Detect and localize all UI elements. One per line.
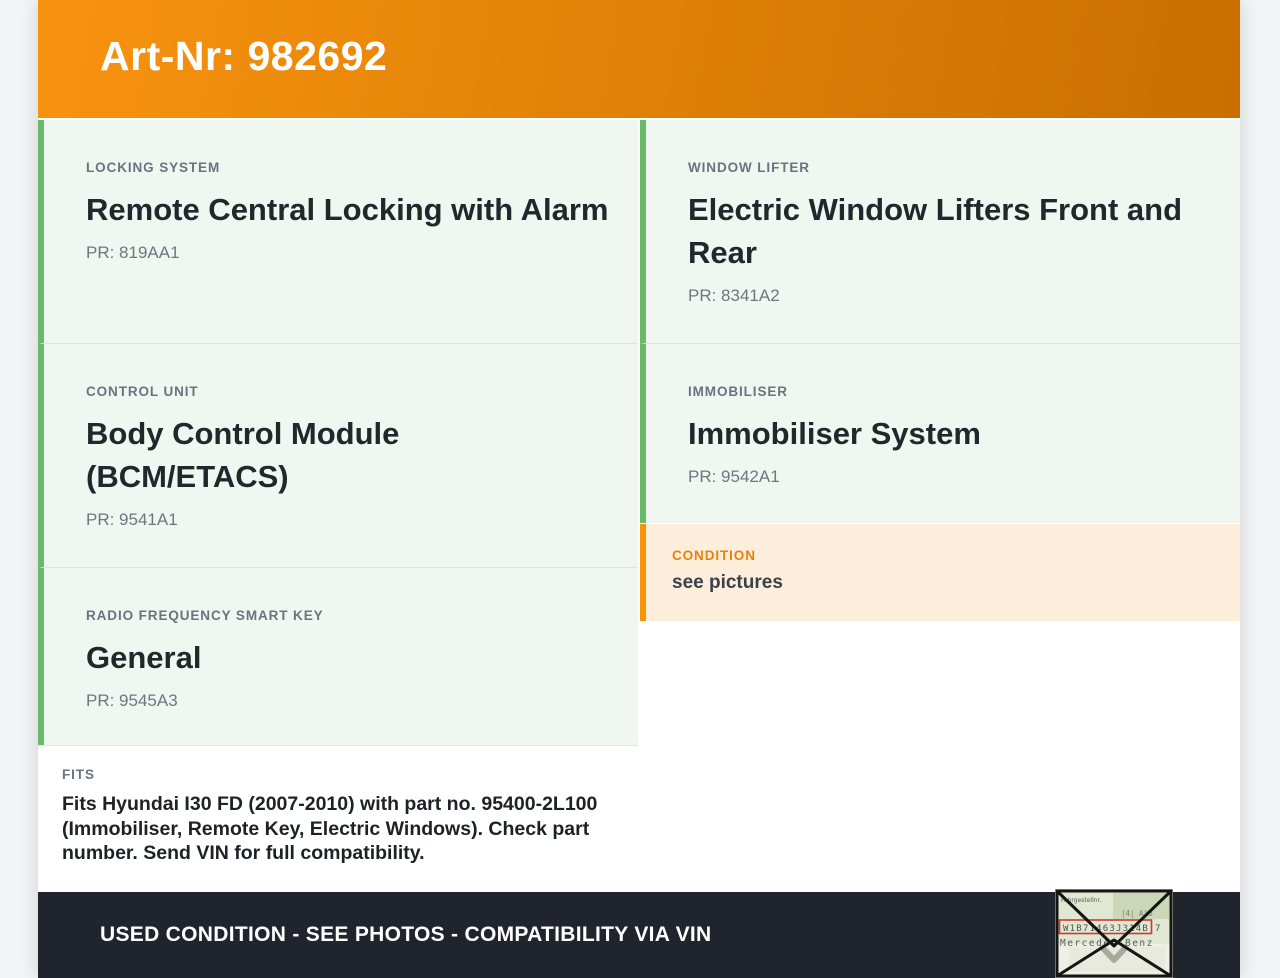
card-category-label: RADIO FREQUENCY SMART KEY [86,608,324,623]
grid-column-right: WINDOW LIFTER Electric Window Lifters Fr… [640,120,1240,888]
grid-column-left: LOCKING SYSTEM Remote Central Locking wi… [38,120,638,888]
card-title: Remote Central Locking with Alarm [86,192,609,227]
card-control-unit: CONTROL UNIT Body Control Module (BCM/ET… [38,343,638,567]
card-pr-code: PR: 9545A3 [86,691,178,710]
card-locking-system: LOCKING SYSTEM Remote Central Locking wi… [38,120,638,343]
card-category-label: LOCKING SYSTEM [86,160,221,175]
article-number-title: Art-Nr: 982692 [100,32,388,79]
card-pr-code: PR: 9541A1 [86,510,178,529]
spec-grid: LOCKING SYSTEM Remote Central Locking wi… [38,120,1240,888]
listing-page: Art-Nr: 982692 LOCKING SYSTEM Remote Cen… [38,0,1240,978]
card-title: Body Control Module (BCM/ETACS) [86,416,400,494]
card-title: Immobiliser System [688,416,981,451]
card-pr-code: PR: 819AA1 [86,243,180,262]
vin-suffix-text: 7 [1155,924,1160,934]
condition-card: CONDITION see pictures [640,524,1240,621]
vin-document-thumbnail[interactable]: Fahrgestellnr. |4| Ai8 W1B71463J314B 7 M… [1055,889,1173,978]
fits-section: FITS Fits Hyundai I30 FD (2007-2010) wit… [38,745,638,888]
fits-description: Fits Hyundai I30 FD (2007-2010) with par… [62,793,598,864]
card-category-label: WINDOW LIFTER [688,160,810,175]
card-category-label: CONTROL UNIT [86,384,199,399]
envelope-over-registration-icon: Fahrgestellnr. |4| Ai8 W1B71463J314B 7 M… [1055,889,1173,978]
footer-notice-text: USED CONDITION - SEE PHOTOS - COMPATIBIL… [100,923,712,946]
condition-value: see pictures [672,572,783,593]
card-pr-code: PR: 8341A2 [688,286,780,305]
fits-label: FITS [62,767,95,782]
card-pr-code: PR: 9542A1 [688,467,780,486]
header-banner: Art-Nr: 982692 [38,0,1240,118]
card-immobiliser: IMMOBILISER Immobiliser System PR: 9542A… [640,343,1240,523]
card-window-lifter: WINDOW LIFTER Electric Window Lifters Fr… [640,120,1240,343]
card-title: Electric Window Lifters Front and Rear [688,192,1183,270]
card-category-label: IMMOBILISER [688,384,788,399]
card-title: General [86,640,202,675]
condition-label: CONDITION [672,548,756,563]
card-radio-frequency-smart-key: RADIO FREQUENCY SMART KEY General PR: 95… [38,567,638,745]
